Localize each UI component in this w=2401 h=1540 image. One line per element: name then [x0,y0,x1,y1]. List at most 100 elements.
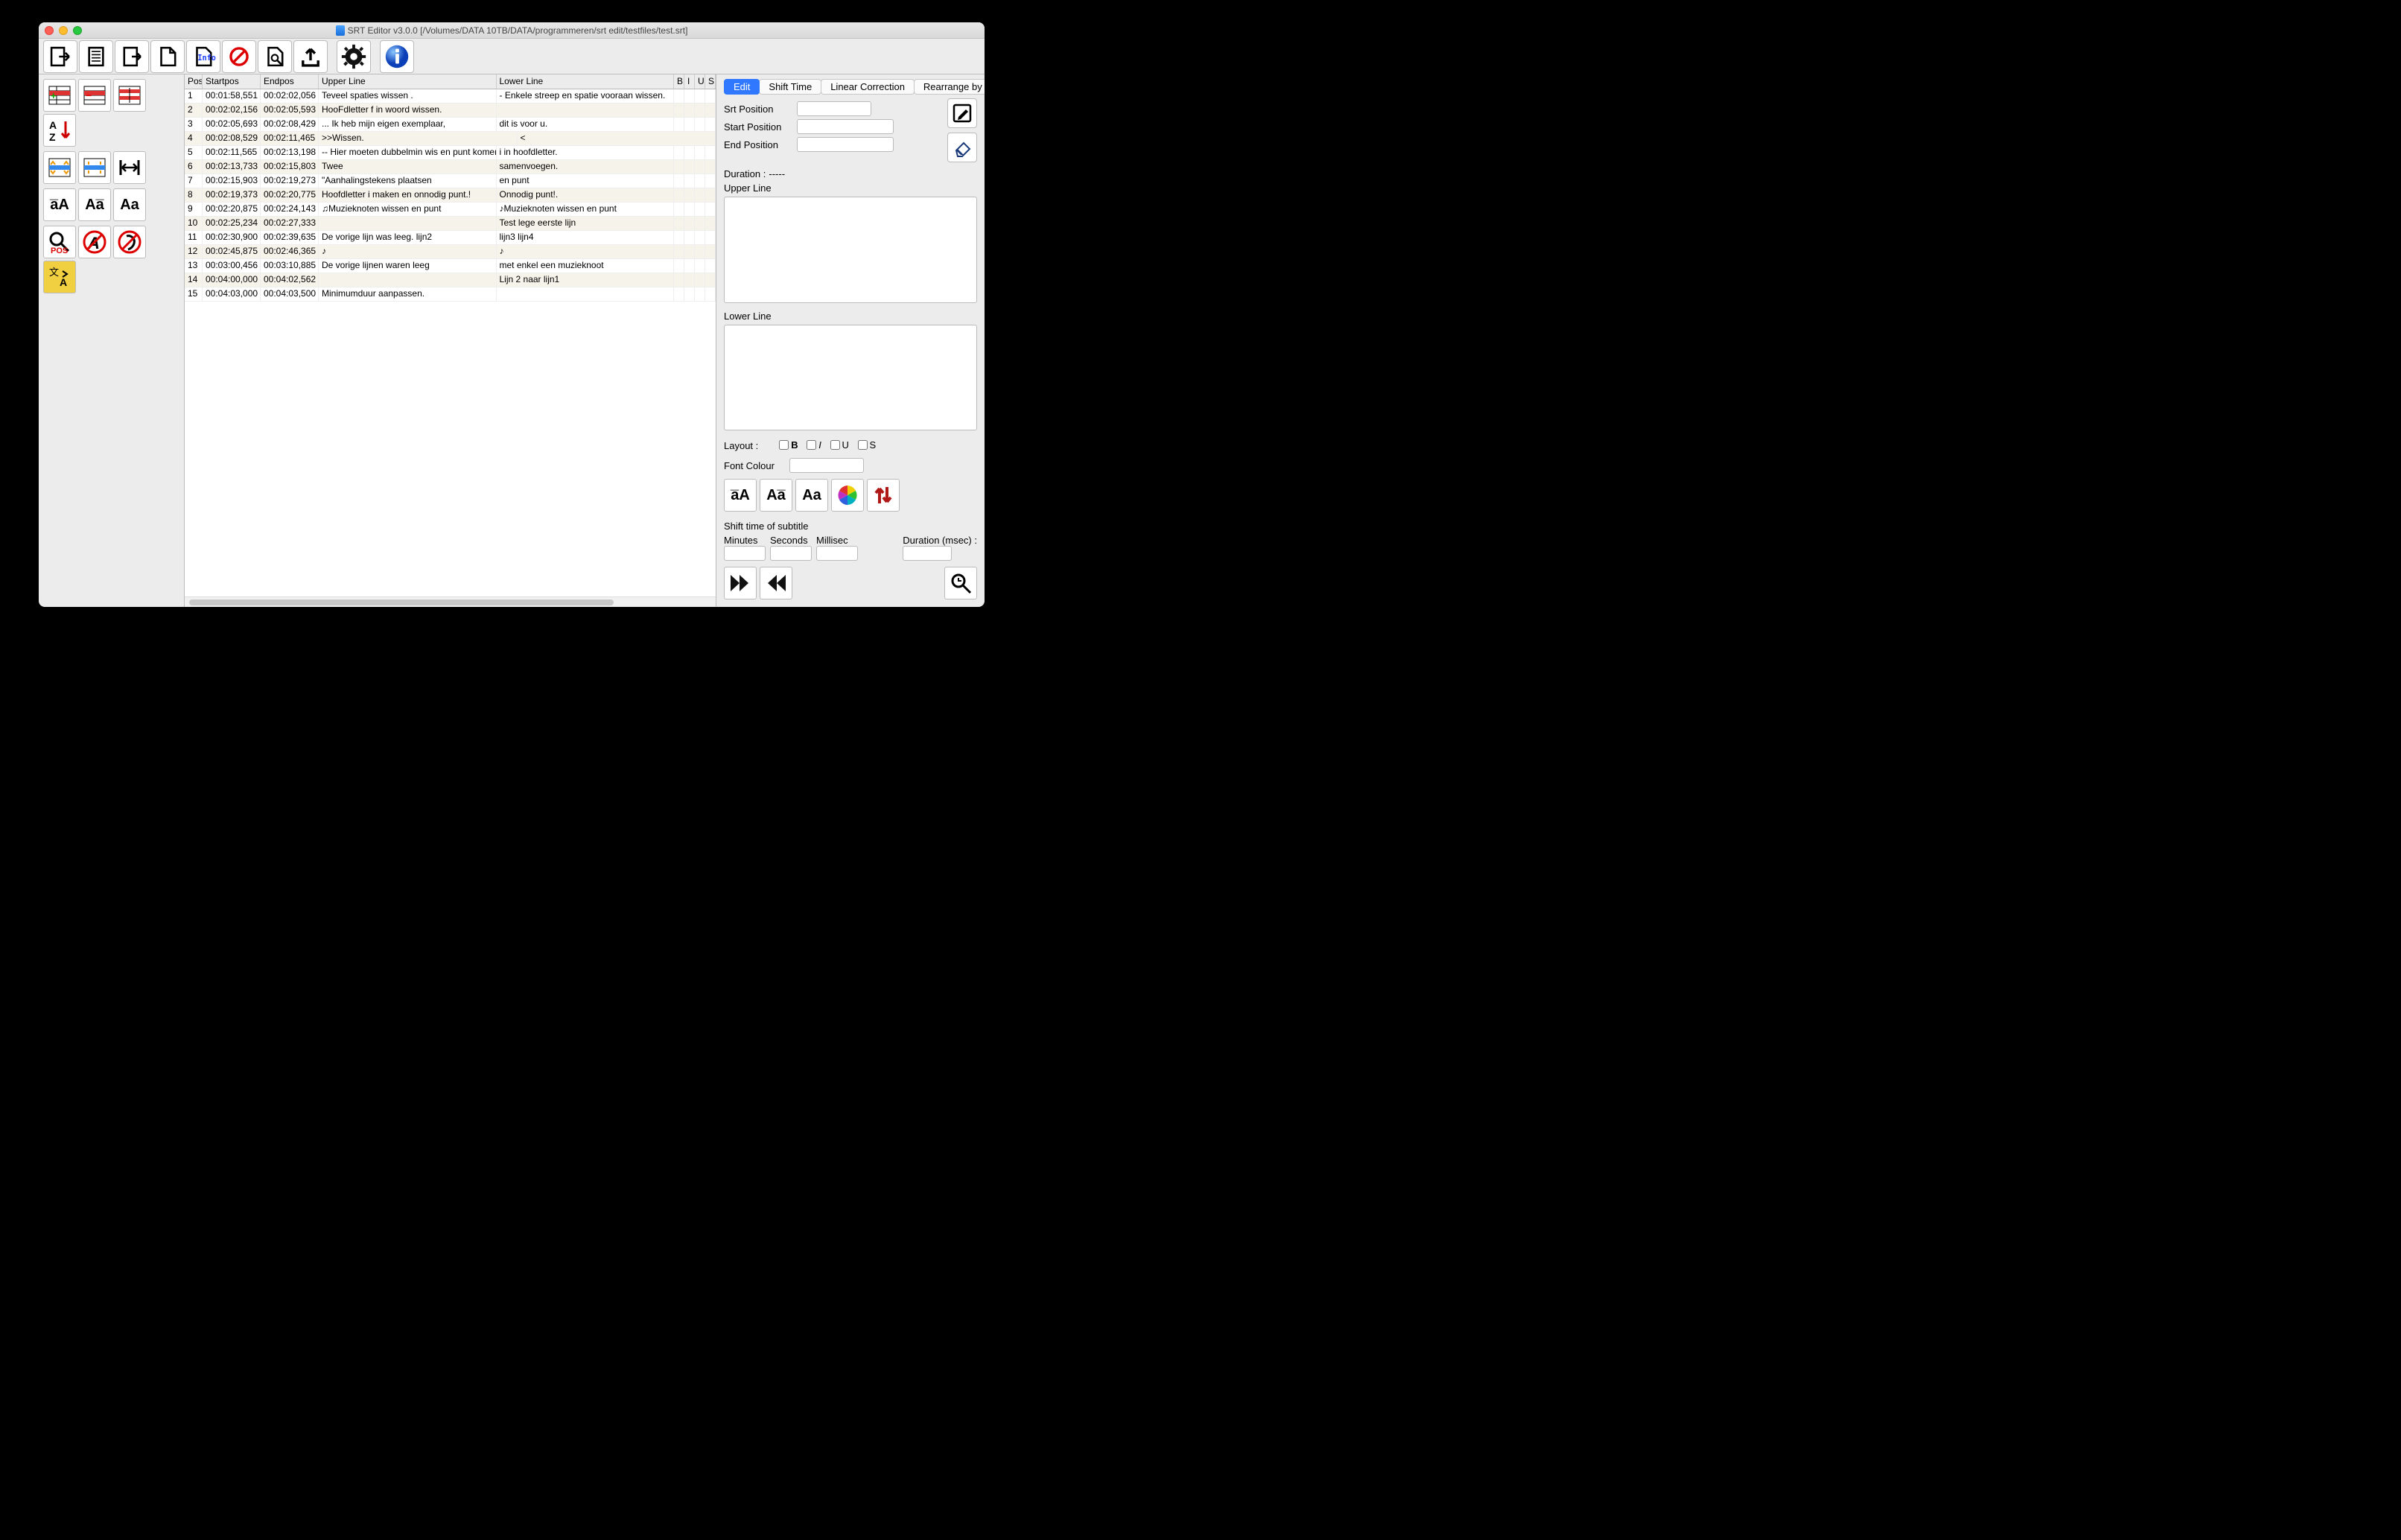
about-button[interactable] [380,40,414,73]
colour-picker-button[interactable] [831,479,864,512]
document-export-button[interactable] [115,40,149,73]
lower-line-input[interactable] [724,325,977,431]
apply-duration-button[interactable] [944,567,977,599]
disable-hearing-button[interactable] [113,226,146,258]
uppercase-right-button[interactable]: a̅A [43,188,76,221]
tab-linear[interactable]: Linear Correction [821,79,915,95]
end-position-input[interactable] [797,137,894,152]
millisec-input[interactable] [816,546,858,561]
info-button[interactable]: Info [186,40,220,73]
swap-lines-button[interactable] [867,479,900,512]
strike-checkbox[interactable] [858,440,868,450]
shift-forward-button[interactable] [724,567,757,599]
col-i[interactable]: I [684,74,695,89]
srt-position-input[interactable] [797,101,871,116]
table-row[interactable]: 1300:03:00,45600:03:10,885De vorige lijn… [185,259,716,273]
panel-uppercase-right-button[interactable]: a̅A [724,479,757,512]
underline-checkbox[interactable] [830,440,840,450]
table-row[interactable]: 700:02:15,90300:02:19,273"Aanhalingsteke… [185,174,716,188]
end-position-label: End Position [724,139,791,150]
italic-checkbox[interactable] [807,440,816,450]
seconds-label: Seconds [770,535,812,546]
translate-button[interactable]: 文A [43,261,76,293]
edit-entry-button[interactable] [947,98,977,128]
col-b[interactable]: B [674,74,684,89]
minutes-input[interactable] [724,546,766,561]
tab-shift[interactable]: Shift Time [759,79,821,95]
table-header: Pos Startpos Endpos Upper Line Lower Lin… [185,74,716,89]
table-row[interactable]: 1200:02:45,87500:02:46,365♪♪ [185,245,716,259]
table-row[interactable]: 1000:02:25,23400:02:27,333Test lege eers… [185,217,716,231]
row-up-down-button[interactable] [43,151,76,184]
layout-label: Layout : [724,440,758,451]
table-row[interactable]: 300:02:05,69300:02:08,429... Ik heb mijn… [185,118,716,132]
table-row[interactable]: 1400:04:00,00000:04:02,562Lijn 2 naar li… [185,273,716,287]
font-colour-label: Font Colour [724,460,783,471]
settings-button[interactable] [337,40,371,73]
col-s[interactable]: S [705,74,716,89]
font-colour-input[interactable] [789,458,864,473]
clear-button[interactable] [222,40,256,73]
uppercase-left-button[interactable]: Aa̅ [78,188,111,221]
table-row[interactable]: 800:02:19,37300:02:20,775Hoofdletter i m… [185,188,716,203]
merge-rows-button[interactable] [113,79,146,112]
table-row[interactable]: 1500:04:03,00000:04:03,500Minimumduur aa… [185,287,716,302]
seconds-input[interactable] [770,546,812,561]
table-h-scrollbar[interactable] [185,596,716,607]
upper-line-label: Upper Line [724,182,977,194]
window-close-button[interactable] [45,26,54,35]
window-zoom-button[interactable] [73,26,82,35]
table-row[interactable]: 200:02:02,15600:02:05,593HooFdletter f i… [185,104,716,118]
bold-checkbox[interactable] [779,440,789,450]
svg-text:A: A [60,276,67,288]
table-row[interactable]: 600:02:13,73300:02:15,803Tweesamenvoegen… [185,160,716,174]
table-row[interactable]: 500:02:11,56500:02:13,198-- Hier moeten … [185,146,716,160]
table-row[interactable]: 100:01:58,55100:02:02,056Teveel spaties … [185,89,716,104]
panel-tabs: Edit Shift Time Linear Correction Rearra… [724,77,977,95]
fix-pos-button[interactable]: POS [43,226,76,258]
svg-text:A: A [49,119,57,131]
svg-text:Info: Info [197,54,216,63]
col-start[interactable]: Startpos [203,74,261,89]
fix-button[interactable] [258,40,292,73]
new-document-button[interactable] [150,40,185,73]
titlebar: SRT Editor v3.0.0 [/Volumes/DATA 10TB/DA… [39,22,985,39]
duration-label: Duration : [724,168,766,179]
panel-case-button[interactable]: Aa [795,479,828,512]
table-body[interactable]: 100:01:58,55100:02:02,056Teveel spaties … [185,89,716,596]
italic-label: I [818,439,821,451]
col-upper[interactable]: Upper Line [319,74,497,89]
stretch-button[interactable] [113,151,146,184]
export-button[interactable] [43,40,77,73]
col-u[interactable]: U [695,74,705,89]
duration-value: ----- [769,168,785,179]
window-title: SRT Editor v3.0.0 [/Volumes/DATA 10TB/DA… [39,25,985,36]
subtitle-table: Pos Startpos Endpos Upper Line Lower Lin… [184,74,716,607]
insert-row-button[interactable]: + [43,79,76,112]
upper-line-input[interactable] [724,197,977,303]
panel-uppercase-left-button[interactable]: Aa̅ [760,479,792,512]
col-pos[interactable]: Pos [185,74,203,89]
duration-msec-input[interactable] [903,546,952,561]
table-row[interactable]: 900:02:20,87500:02:24,143♫Muzieknoten wi… [185,203,716,217]
svg-text:−: − [86,89,92,101]
col-end[interactable]: Endpos [261,74,319,89]
disable-a-button[interactable]: A [78,226,111,258]
col-lower[interactable]: Lower Line [497,74,675,89]
window-minimize-button[interactable] [59,26,68,35]
delete-row-button[interactable]: − [78,79,111,112]
sort-button[interactable]: AZ [43,114,76,147]
case-button[interactable]: Aa [113,188,146,221]
start-position-input[interactable] [797,119,894,134]
table-row[interactable]: 400:02:08,52900:02:11,465>>Wissen.< [185,132,716,146]
upload-button[interactable] [293,40,328,73]
start-position-label: Start Position [724,121,791,133]
row-swap-button[interactable] [78,151,111,184]
tab-edit[interactable]: Edit [724,79,760,95]
table-row[interactable]: 1100:02:30,90000:02:39,635De vorige lijn… [185,231,716,245]
erase-entry-button[interactable] [947,133,977,162]
srt-position-label: Srt Position [724,104,791,115]
tab-fps[interactable]: Rearrange by FPS [914,79,985,95]
document-button[interactable] [79,40,113,73]
shift-backward-button[interactable] [760,567,792,599]
